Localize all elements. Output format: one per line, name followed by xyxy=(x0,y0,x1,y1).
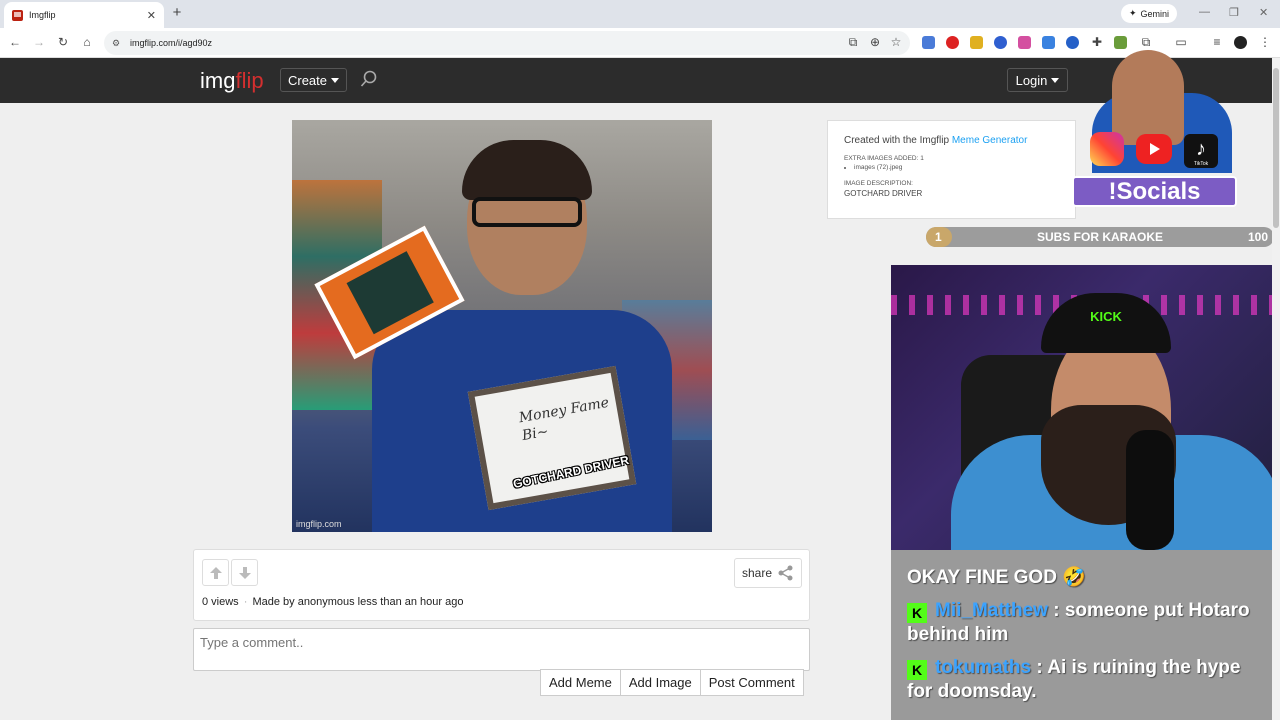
meme-image[interactable]: Money Fame Bi~ GOTCHARD DRIVER imgflip.c… xyxy=(292,120,712,532)
add-image-button[interactable]: Add Image xyxy=(619,669,701,696)
forward-icon[interactable]: → xyxy=(32,35,46,49)
back-icon[interactable]: ← xyxy=(8,35,22,49)
window-close-icon[interactable]: ✕ xyxy=(1259,6,1268,19)
image-description: GOTCHARD DRIVER xyxy=(844,189,923,198)
sub-goal-bar: 1 SUBS FOR KARAOKE 100 xyxy=(926,227,1274,247)
login-label: Login xyxy=(1015,72,1048,88)
share-label: share xyxy=(741,566,773,580)
person-glasses xyxy=(472,197,582,227)
extension-icon[interactable]: ✚ xyxy=(1090,35,1104,49)
extension-icon[interactable] xyxy=(922,36,935,49)
tiktok-label: TikTok xyxy=(1193,161,1209,167)
upvote-button[interactable] xyxy=(202,559,229,586)
caret-down-icon xyxy=(1051,77,1060,83)
gemini-label: Gemini xyxy=(1140,8,1170,19)
webcam-feed: KICK xyxy=(891,265,1280,550)
install-icon[interactable]: ⧉ xyxy=(846,35,860,49)
extension-icon[interactable] xyxy=(1018,36,1031,49)
youtube-icon xyxy=(1136,134,1172,164)
tab-title: Imgflip xyxy=(29,10,56,20)
chat-message: Ktokumaths : Ai is ruining the hype for … xyxy=(907,656,1260,704)
chat-message: OKAY FINE GOD 🤣 xyxy=(907,566,1260,590)
share-button[interactable]: share xyxy=(734,558,802,588)
media-icon[interactable]: ≡ xyxy=(1210,35,1224,49)
view-count: 0 views xyxy=(202,596,239,608)
search-icon[interactable] xyxy=(360,70,378,88)
person-hair xyxy=(462,140,592,200)
sub-goal-target: 100 xyxy=(1247,230,1268,244)
made-by-text: Made by anonymous less than an hour ago xyxy=(252,596,464,608)
watermark: imgflip.com xyxy=(296,519,342,529)
extra-images-list: images (72).jpeg xyxy=(854,164,1059,171)
puzzle-icon[interactable]: ⧉ xyxy=(1139,35,1153,49)
login-button[interactable]: Login xyxy=(1007,68,1068,92)
downvote-button[interactable] xyxy=(231,559,258,586)
chat-username: tokumaths xyxy=(935,657,1032,678)
close-icon[interactable]: ✕ xyxy=(147,9,156,22)
imgflip-logo[interactable]: imgflip xyxy=(200,68,264,94)
meme-info-panel: share 0 views · Made by anonymous less t… xyxy=(193,549,810,621)
url-text: imgflip.com/i/agd90z xyxy=(130,38,213,48)
page-scrollbar[interactable] xyxy=(1272,58,1280,720)
site-info-icon[interactable]: ⚙ xyxy=(112,38,124,48)
stream-chat: OKAY FINE GOD 🤣 K Mii_Matthew : someone p… xyxy=(891,550,1272,720)
chat-message: K Mii_Matthew : someone put Hotaro behind… xyxy=(907,599,1260,647)
microphone xyxy=(1126,430,1174,550)
create-button[interactable]: Create xyxy=(280,68,347,92)
chat-username: Mii_Matthew xyxy=(935,600,1048,621)
minimize-icon[interactable]: — xyxy=(1199,6,1210,18)
tab-search-icon[interactable]: ▭ xyxy=(1174,35,1188,49)
socials-overlay: ♪ TikTok !Socials xyxy=(1072,48,1237,208)
image-info-card: Created with the Imgflip Meme Generator … xyxy=(827,120,1076,219)
imgflip-favicon-icon xyxy=(12,9,23,21)
created-prefix: Created with the Imgflip xyxy=(844,135,950,146)
extra-image-item: images (72).jpeg xyxy=(854,164,1059,171)
create-label: Create xyxy=(287,72,328,88)
caret-down-icon xyxy=(331,77,340,83)
created-with-text: Created with the Imgflip Meme Generator xyxy=(844,135,1059,146)
extension-icon[interactable] xyxy=(994,36,1007,49)
sub-goal-title: SUBS FOR KARAOKE xyxy=(1036,230,1163,244)
comment-actions: Add Meme Add Image Post Comment xyxy=(540,669,804,696)
comment-input[interactable] xyxy=(193,628,810,671)
reload-icon[interactable]: ↻ xyxy=(56,35,70,49)
new-tab-button[interactable]: + xyxy=(170,4,184,21)
home-icon[interactable]: ⌂ xyxy=(80,35,94,49)
zoom-icon[interactable]: ⊕ xyxy=(868,35,882,49)
separator: · xyxy=(243,596,248,608)
handwritten-sign: Money Fame Bi~ xyxy=(467,365,637,511)
extension-icon[interactable] xyxy=(970,36,983,49)
overlay-person xyxy=(1112,50,1184,145)
kick-badge-icon: K xyxy=(907,660,927,680)
sparkle-icon: ✦ xyxy=(1129,8,1137,18)
socials-label: !Socials xyxy=(1072,176,1237,207)
restore-icon[interactable]: ❐ xyxy=(1229,6,1239,19)
address-bar[interactable]: ⚙ imgflip.com/i/agd90z xyxy=(104,31,910,55)
add-meme-button[interactable]: Add Meme xyxy=(540,669,621,696)
logo-text: img xyxy=(200,68,236,93)
logo-accent-text: flip xyxy=(235,68,264,93)
kick-badge-icon: K xyxy=(907,603,927,623)
meme-generator-link[interactable]: Meme Generator xyxy=(952,135,1028,146)
browser-tab-bar: Imgflip ✕ + ✦ Gemini — ❐ ✕ xyxy=(0,0,1280,28)
extension-icon[interactable] xyxy=(1042,36,1055,49)
share-icon xyxy=(778,565,793,581)
image-description-label: IMAGE DESCRIPTION: xyxy=(844,180,913,187)
browser-tab[interactable]: Imgflip ✕ xyxy=(4,2,164,28)
tiktok-icon: ♪ TikTok xyxy=(1184,134,1218,168)
extra-images-label: EXTRA IMAGES ADDED: 1 xyxy=(844,155,924,162)
meme-meta: 0 views · Made by anonymous less than an… xyxy=(202,596,463,608)
bookmark-star-icon[interactable]: ☆ xyxy=(889,35,903,49)
post-comment-button[interactable]: Post Comment xyxy=(699,669,804,696)
gemini-button[interactable]: ✦ Gemini xyxy=(1121,4,1178,23)
arrow-down-icon xyxy=(238,566,251,579)
extension-icon[interactable] xyxy=(946,36,959,49)
menu-icon[interactable]: ⋮ xyxy=(1258,35,1272,49)
arrow-up-icon xyxy=(209,566,222,579)
instagram-icon xyxy=(1090,132,1124,166)
scrollbar-thumb[interactable] xyxy=(1273,68,1279,228)
chat-text: OKAY FINE GOD 🤣 xyxy=(907,567,1086,588)
